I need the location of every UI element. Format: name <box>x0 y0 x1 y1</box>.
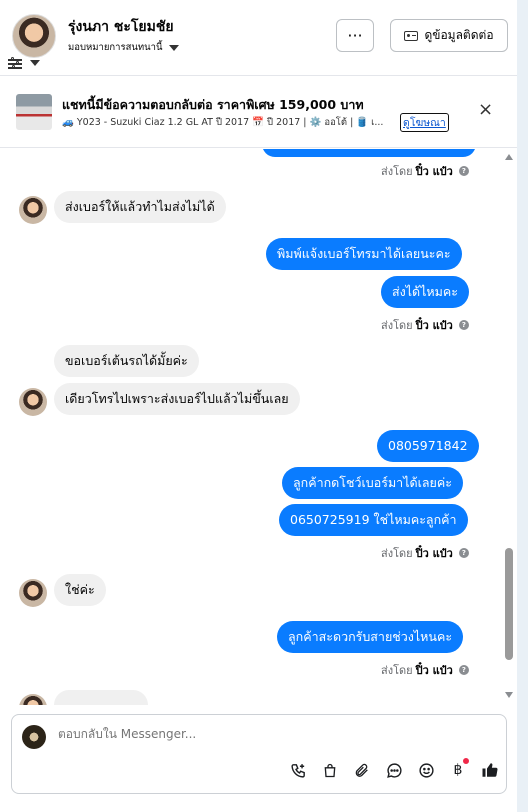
sent-by-label: ส่งโดย ปิ๋ว แป๋ว ? <box>381 316 469 334</box>
sent-by-label: ส่งโดย ปิ๋ว แป๋ว ? <box>381 661 469 679</box>
contact-card-icon <box>404 30 419 41</box>
avatar[interactable] <box>19 388 47 416</box>
sender-name: ปิ๋ว แป๋ว <box>415 319 453 332</box>
more-options-button[interactable]: ··· <box>336 19 374 52</box>
help-icon[interactable]: ? <box>458 665 469 675</box>
chat-bubble-icon[interactable] <box>378 757 410 783</box>
scroll-up-arrow[interactable] <box>505 154 513 160</box>
phone-add-icon[interactable] <box>282 757 314 783</box>
reply-input[interactable] <box>58 727 478 741</box>
chat-panel: รุ่งนภา ชะโยมชัย มอบหมายการสนทนานี้ ··· … <box>0 0 517 812</box>
ad-description: 🚙 Y023 - Suzuki Ciaz 1.2 GL AT ปี 2017 📅… <box>62 117 384 128</box>
scrollbar-thumb[interactable] <box>505 548 513 660</box>
avatar[interactable] <box>19 694 47 705</box>
message-bubble-outgoing <box>262 149 476 157</box>
emoji-icon[interactable] <box>410 757 442 783</box>
contact-name[interactable]: รุ่งนภา ชะโยมชัย <box>68 16 174 38</box>
avatar[interactable] <box>19 579 47 607</box>
notification-dot <box>463 758 469 764</box>
message-bubble-outgoing: ส่งได้ไหมคะ <box>381 276 469 308</box>
page-avatar <box>22 725 46 749</box>
message-bubble-incoming: เดียวโทรไปเพราะส่งเบอร์ไปแล้วไม่ขึ้นเลย <box>54 383 300 415</box>
filter-dropdown[interactable] <box>8 57 40 69</box>
car-thumbnail <box>16 94 52 130</box>
avatar[interactable] <box>12 14 56 58</box>
sent-by-label: ส่งโดย ปิ๋ว แป๋ว ? <box>381 162 469 180</box>
sent-by-prefix: ส่งโดย <box>381 165 413 178</box>
help-icon[interactable]: ? <box>458 548 469 558</box>
view-ad-link[interactable]: ดูโฆษณา <box>400 113 449 132</box>
view-contact-button[interactable]: ดูข้อมูลติดต่อ <box>390 19 508 52</box>
message-bubble-incoming: ใช่ค่ะ <box>54 574 106 606</box>
message-bubble-incoming <box>54 690 148 705</box>
sliders-icon <box>8 57 22 69</box>
sender-name: ปิ๋ว แป๋ว <box>415 547 453 560</box>
shopping-bag-icon[interactable] <box>314 757 346 783</box>
paperclip-icon[interactable] <box>346 757 378 783</box>
ad-title: แชทนี้มีข้อความตอบกลับต่อ ราคาพิเศษ 159,… <box>62 97 364 112</box>
assign-conversation-dropdown[interactable]: มอบหมายการสนทนานี้ <box>68 40 179 55</box>
view-contact-label: ดูข้อมูลติดต่อ <box>424 28 494 42</box>
baht-icon[interactable]: ฿ <box>442 757 474 783</box>
sent-by-prefix: ส่งโดย <box>381 319 413 332</box>
chevron-down-icon <box>168 44 179 51</box>
close-icon[interactable]: × <box>478 101 493 119</box>
help-icon[interactable]: ? <box>458 320 469 330</box>
chat-header: รุ่งนภา ชะโยมชัย มอบหมายการสนทนานี้ ··· … <box>0 0 517 76</box>
scroll-down-arrow[interactable] <box>505 692 513 698</box>
avatar[interactable] <box>19 196 47 224</box>
message-bubble-outgoing: ลูกค้ากดโชว์เบอร์มาได้เลยค่ะ <box>282 467 463 499</box>
message-bubble-outgoing: 0805971842 <box>377 430 479 462</box>
sender-name: ปิ๋ว แป๋ว <box>415 165 453 178</box>
message-bubble-outgoing: ลูกค้าสะดวกรับสายช่วงไหนคะ <box>277 621 464 653</box>
message-bubble-outgoing: 0650725919 ใช่ไหมคะลูกค้า <box>279 504 468 536</box>
message-bubble-incoming: ขอเบอร์เต้นรถได้มั้ยค่ะ <box>54 345 199 377</box>
sent-by-prefix: ส่งโดย <box>381 664 413 677</box>
message-bubble-outgoing: พิมพ์แจ้งเบอร์โทรมาได้เลยนะคะ <box>266 238 462 270</box>
composer-toolbar: ฿ <box>282 757 506 783</box>
help-icon[interactable]: ? <box>458 166 469 176</box>
sent-by-prefix: ส่งโดย <box>381 547 413 560</box>
sent-by-label: ส่งโดย ปิ๋ว แป๋ว ? <box>381 544 469 562</box>
ad-context-banner: แชทนี้มีข้อความตอบกลับต่อ ราคาพิเศษ 159,… <box>0 77 517 148</box>
message-list: ส่งโดย ปิ๋ว แป๋ว ? ส่งเบอร์ให้แล้วทำไมส่… <box>0 149 517 705</box>
chevron-down-icon <box>30 60 40 66</box>
message-composer: ฿ <box>11 714 507 794</box>
assign-label: มอบหมายการสนทนานี้ <box>68 42 163 53</box>
sender-name: ปิ๋ว แป๋ว <box>415 664 453 677</box>
thumbs-up-icon[interactable] <box>474 757 506 783</box>
message-bubble-incoming: ส่งเบอร์ให้แล้วทำไมส่งไม่ได้ <box>54 191 226 223</box>
